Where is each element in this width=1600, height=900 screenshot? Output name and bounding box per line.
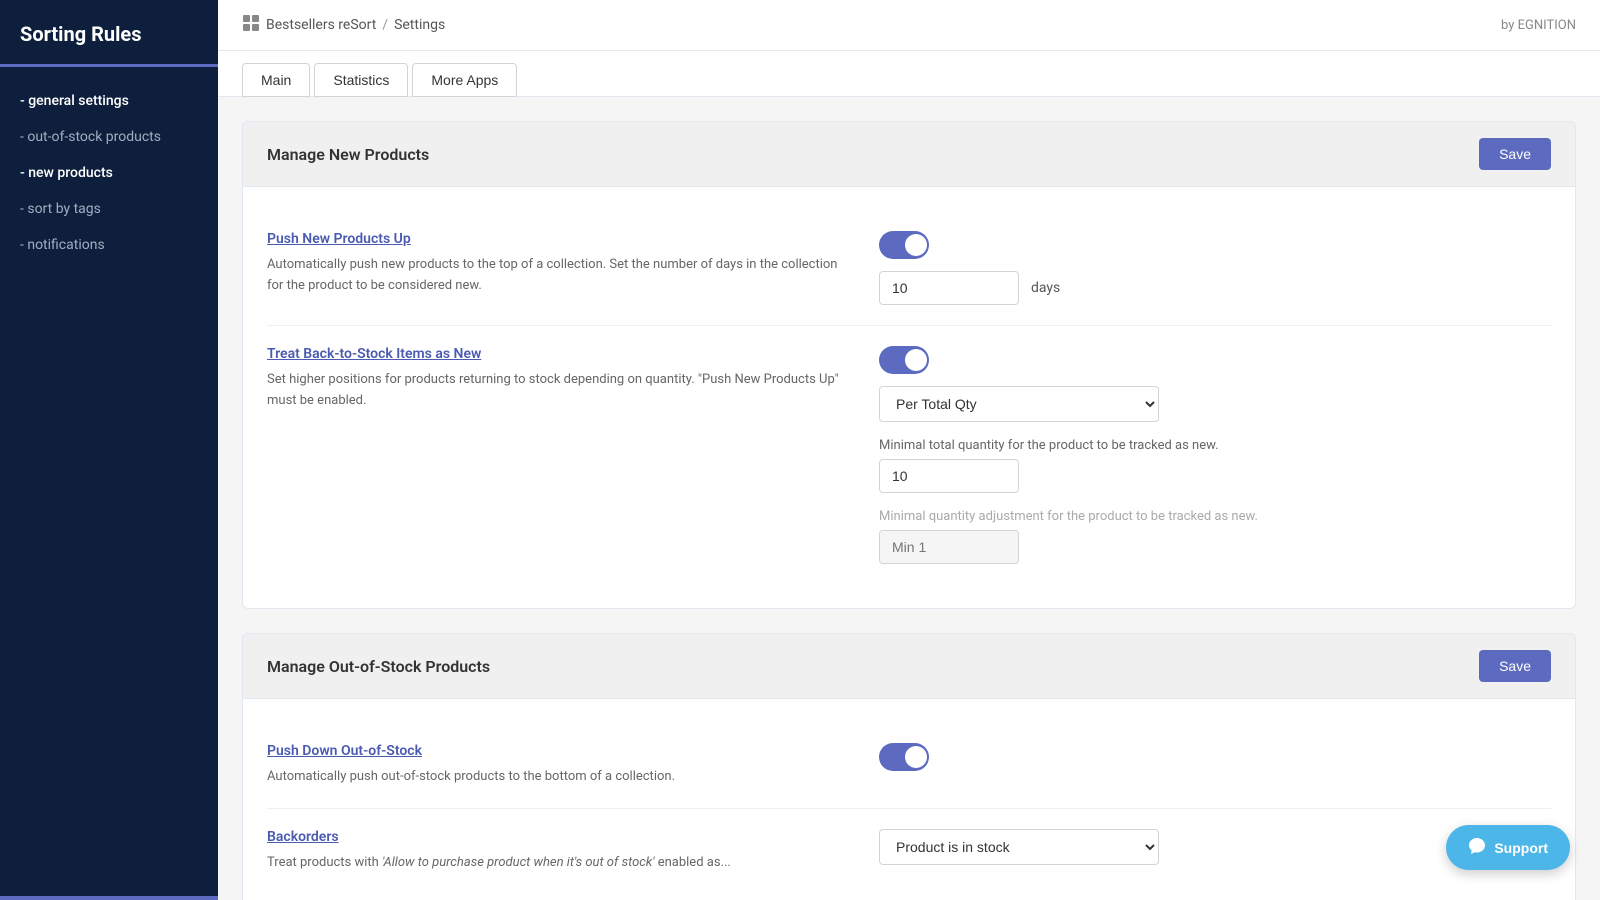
push-down-oos-toggle-row: [879, 743, 1551, 771]
backorders-title[interactable]: Backorders: [267, 829, 847, 845]
back-to-stock-select[interactable]: Per Total Qty Per Available Qty Disabled: [879, 386, 1159, 422]
back-to-stock-select-row: Per Total Qty Per Available Qty Disabled: [879, 386, 1551, 422]
tab-more-apps[interactable]: More Apps: [412, 63, 517, 97]
content-area: Manage New Products Save Push New Produc…: [218, 97, 1600, 900]
back-to-stock-title[interactable]: Treat Back-to-Stock Items as New: [267, 346, 847, 362]
manage-oos-title: Manage Out-of-Stock Products: [267, 657, 490, 676]
sidebar-item-sort-by-tags[interactable]: - sort by tags: [0, 191, 218, 227]
backorders-desc: Treat products with 'Allow to purchase p…: [267, 853, 847, 874]
push-new-up-toggle-row: [879, 231, 1551, 259]
support-button[interactable]: Support: [1446, 825, 1570, 870]
tabs-bar: Main Statistics More Apps: [218, 51, 1600, 97]
main-content: Bestsellers reSort / Settings by EGNITIO…: [218, 0, 1600, 900]
back-to-stock-row: Treat Back-to-Stock Items as New Set hig…: [267, 326, 1551, 584]
push-new-up-row: Push New Products Up Automatically push …: [267, 211, 1551, 326]
grid-icon: [242, 14, 260, 36]
backorders-select[interactable]: Product is in stock Out of stock product: [879, 829, 1159, 865]
back-to-stock-toggle[interactable]: [879, 346, 929, 374]
push-new-up-left: Push New Products Up Automatically push …: [267, 231, 847, 305]
back-to-stock-extra1-group: Minimal total quantity for the product t…: [879, 438, 1551, 493]
push-new-up-right: days: [879, 231, 1551, 305]
back-to-stock-left: Treat Back-to-Stock Items as New Set hig…: [267, 346, 847, 564]
manage-new-products-header: Manage New Products Save: [243, 122, 1575, 187]
push-new-up-toggle[interactable]: [879, 231, 929, 259]
push-down-oos-desc: Automatically push out-of-stock products…: [267, 767, 847, 788]
sidebar-item-out-of-stock[interactable]: - out-of-stock products: [0, 119, 218, 155]
push-new-up-input-row: days: [879, 271, 1551, 305]
back-to-stock-right: Per Total Qty Per Available Qty Disabled…: [879, 346, 1551, 564]
back-to-stock-min-qty-input[interactable]: [879, 459, 1019, 493]
tab-main[interactable]: Main: [242, 63, 310, 97]
manage-new-products-title: Manage New Products: [267, 145, 429, 164]
chat-icon: [1468, 837, 1486, 858]
back-to-stock-extra2-label: Minimal quantity adjustment for the prod…: [879, 509, 1551, 524]
push-down-oos-toggle[interactable]: [879, 743, 929, 771]
push-new-up-days-label: days: [1031, 280, 1060, 296]
topbar: Bestsellers reSort / Settings by EGNITIO…: [218, 0, 1600, 51]
push-down-oos-title[interactable]: Push Down Out-of-Stock: [267, 743, 847, 759]
push-new-up-days-input[interactable]: [879, 271, 1019, 305]
push-new-up-desc: Automatically push new products to the t…: [267, 255, 847, 297]
sidebar: Sorting Rules - general settings - out-o…: [0, 0, 218, 900]
push-down-oos-right: [879, 743, 1551, 788]
sidebar-item-new-products[interactable]: - new products: [0, 155, 218, 191]
manage-new-products-body: Push New Products Up Automatically push …: [243, 187, 1575, 608]
manage-oos-header: Manage Out-of-Stock Products Save: [243, 634, 1575, 699]
back-to-stock-extra1-label: Minimal total quantity for the product t…: [879, 438, 1551, 453]
sidebar-nav: - general settings - out-of-stock produc…: [0, 67, 218, 279]
manage-oos-body: Push Down Out-of-Stock Automatically pus…: [243, 699, 1575, 900]
back-to-stock-min-adj-input: [879, 530, 1019, 564]
manage-oos-card: Manage Out-of-Stock Products Save Push D…: [242, 633, 1576, 900]
by-egnition-label: by EGNITION: [1501, 18, 1576, 33]
back-to-stock-extra2-group: Minimal quantity adjustment for the prod…: [879, 509, 1551, 564]
breadcrumb: Bestsellers reSort / Settings: [242, 14, 445, 36]
back-to-stock-desc: Set higher positions for products return…: [267, 370, 847, 412]
breadcrumb-app-link[interactable]: Bestsellers reSort: [266, 17, 376, 33]
push-down-oos-row: Push Down Out-of-Stock Automatically pus…: [267, 723, 1551, 809]
sidebar-item-general-settings[interactable]: - general settings: [0, 83, 218, 119]
push-down-oos-left: Push Down Out-of-Stock Automatically pus…: [267, 743, 847, 788]
tab-statistics[interactable]: Statistics: [314, 63, 408, 97]
manage-oos-save-button[interactable]: Save: [1479, 650, 1551, 682]
breadcrumb-separator: /: [382, 17, 388, 33]
backorders-row: Backorders Treat products with 'Allow to…: [267, 809, 1551, 894]
backorders-left: Backorders Treat products with 'Allow to…: [267, 829, 847, 874]
manage-new-products-save-button[interactable]: Save: [1479, 138, 1551, 170]
breadcrumb-current-page: Settings: [394, 17, 445, 33]
sidebar-item-notifications[interactable]: - notifications: [0, 227, 218, 263]
back-to-stock-toggle-row: [879, 346, 1551, 374]
sidebar-title: Sorting Rules: [0, 0, 218, 67]
support-label: Support: [1494, 840, 1548, 856]
manage-new-products-card: Manage New Products Save Push New Produc…: [242, 121, 1576, 609]
sidebar-bottom-bar: [0, 896, 218, 900]
push-new-up-title[interactable]: Push New Products Up: [267, 231, 847, 247]
